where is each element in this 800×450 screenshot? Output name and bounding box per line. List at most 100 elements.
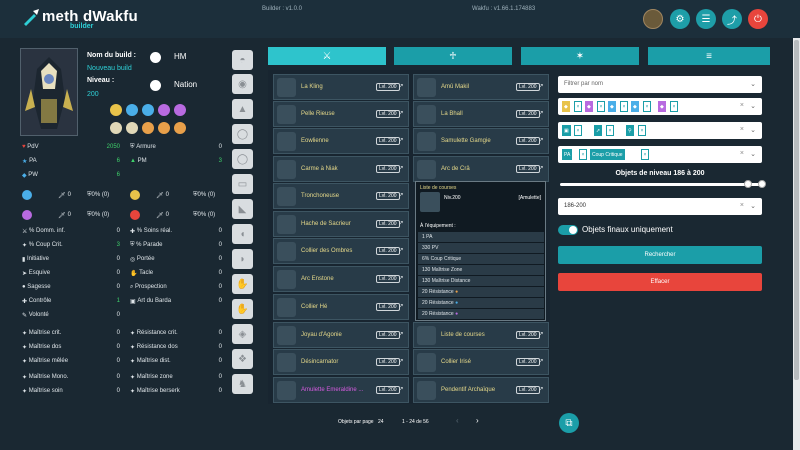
clear-button[interactable]: Effacer [558,273,762,291]
sublimation-gem[interactable] [126,104,138,116]
element-filter-select[interactable]: ◆ × ◆ × ◆ × ◆ × ◆ × × ⌄ [558,98,762,115]
item-card[interactable]: Carme à Niak Lvl. 200 ➚ [273,156,409,182]
sublimation-gem[interactable] [110,122,122,134]
sublimation-gem[interactable] [158,104,170,116]
item-card[interactable]: Collier Hé Lvl. 200 ➚ [273,294,409,320]
chip-remove[interactable]: × [579,149,587,160]
next-page-button[interactable]: › [476,416,479,425]
character-portrait[interactable] [20,48,78,136]
type-filter-select[interactable]: ▣ × ➚ × ⚲ × × ⌄ [558,122,762,139]
chip-remove[interactable]: × [670,101,678,112]
hm-radio[interactable] [150,52,161,63]
item-card[interactable]: Amulette Emeraldine ... Lvl. 200 ➚ [273,377,409,403]
sublimation-gem[interactable] [174,122,186,134]
secondary-weapon-slot[interactable]: ✋ [232,299,253,319]
stat-filter-select[interactable]: PA × Coup Critique × × ⌄ [558,146,762,163]
open-external-button[interactable]: ⧉ [559,413,579,433]
equip-icon[interactable]: ➚ [398,302,404,310]
slider-max-handle[interactable] [758,180,766,188]
equip-icon[interactable]: ➚ [398,82,404,90]
tab-scroll[interactable]: ≡ [648,47,770,65]
cape-slot[interactable]: ◗ [232,249,253,269]
sublimation-gem[interactable] [110,104,122,116]
clear-icon[interactable]: × [740,150,744,157]
item-card[interactable]: Liste de courses Lvl. 200 ➚ [413,322,549,348]
logo[interactable]: meth dWakfu builder [22,6,162,32]
epaulettes-slot[interactable]: ◖ [232,224,253,244]
item-card[interactable]: Arc Enstone Lvl. 200 ➚ [273,266,409,292]
chip-remove[interactable]: × [620,101,628,112]
scrollbar-thumb[interactable] [794,40,799,380]
search-button[interactable]: Rechercher [558,246,762,264]
chip-remove[interactable]: × [638,125,646,136]
equip-icon[interactable]: ➚ [398,246,404,254]
sublimation-gem[interactable] [126,122,138,134]
per-page-select[interactable]: 24 [378,419,384,425]
equip-icon[interactable]: ➚ [538,357,544,365]
chip-remove[interactable]: × [641,149,649,160]
chip-remove[interactable]: × [597,101,605,112]
item-card[interactable]: Pendentif Archaïque Lvl. 200 ➚ [413,377,549,403]
item-card[interactable]: Eowlienne Lvl. 200 ➚ [273,128,409,154]
ring-slot[interactable]: ◯ [232,149,253,169]
emblem-slot[interactable]: ◈ [232,324,253,344]
weapon-slot[interactable]: ✋ [232,274,253,294]
reset-button[interactable]: ⏻ [748,9,768,29]
equip-icon[interactable]: ➚ [538,385,544,393]
item-card[interactable]: La Bhall Lvl. 200 ➚ [413,101,549,127]
equip-icon[interactable]: ➚ [538,82,544,90]
clear-icon[interactable]: × [740,202,744,209]
chip-remove[interactable]: × [643,101,651,112]
sublimation-gem[interactable] [142,104,154,116]
user-avatar[interactable] [643,9,663,29]
tab-equipment[interactable]: ⚔ [268,47,386,65]
item-card[interactable]: Collier des Ombres Lvl. 200 ➚ [273,238,409,264]
final-items-toggle[interactable] [558,225,578,235]
equip-icon[interactable]: ➚ [398,385,404,393]
list-button[interactable]: ☰ [696,9,716,29]
equip-icon[interactable]: ➚ [398,109,404,117]
item-card[interactable]: Arc de Crâ Lvl. 200 ➚ [413,156,549,182]
ring-slot[interactable]: ◯ [232,124,253,144]
equip-icon[interactable]: ➚ [538,330,544,338]
equip-icon[interactable]: ➚ [538,109,544,117]
tab-spells[interactable]: ✶ [521,47,639,65]
item-card[interactable]: Joyau d'Agonie Lvl. 200 ➚ [273,322,409,348]
build-name-value[interactable]: Nouveau build [87,65,132,72]
sublimation-gem[interactable] [158,122,170,134]
equip-icon[interactable]: ➚ [398,357,404,365]
level-slider[interactable] [560,180,766,188]
helmet-slot[interactable]: ◓ [232,50,253,70]
nation-radio[interactable] [150,80,161,91]
sublimation-gem[interactable] [174,104,186,116]
mount-slot[interactable]: ♞ [232,374,253,394]
item-card[interactable]: Amû Makil Lvl. 200 ➚ [413,74,549,100]
sublimation-gem[interactable] [142,122,154,134]
prev-page-button[interactable]: ‹ [456,416,459,425]
chip-remove[interactable]: × [574,101,582,112]
slider-min-handle[interactable] [744,180,752,188]
equip-icon[interactable]: ➚ [398,274,404,282]
pet-slot[interactable]: ❖ [232,349,253,369]
equip-icon[interactable]: ➚ [538,136,544,144]
amulet-slot[interactable]: ◉ [232,74,253,94]
chip-remove[interactable]: × [606,125,614,136]
boots-slot[interactable]: ◣ [232,199,253,219]
chest-slot[interactable]: ▲ [232,99,253,119]
clear-icon[interactable]: × [740,102,744,109]
settings-button[interactable]: ⚙ [670,9,690,29]
item-card[interactable]: Désincarnator Lvl. 200 ➚ [273,349,409,375]
equip-icon[interactable]: ➚ [398,219,404,227]
item-card[interactable]: La Kling Lvl. 200 ➚ [273,74,409,100]
item-card[interactable]: Collier Irisé Lvl. 200 ➚ [413,349,549,375]
belt-slot[interactable]: ▭ [232,174,253,194]
equip-icon[interactable]: ➚ [398,191,404,199]
item-card[interactable]: Samulette Gamgie Lvl. 200 ➚ [413,128,549,154]
tab-runes[interactable]: ♱ [394,47,512,65]
equip-icon[interactable]: ➚ [538,164,544,172]
name-filter-input[interactable]: Filtrer par nom ⌄ [558,76,762,93]
equip-icon[interactable]: ➚ [398,330,404,338]
item-card[interactable]: Hache de Sacrieur Lvl. 200 ➚ [273,211,409,237]
item-card[interactable]: Tronchoneuse Lvl. 200 ➚ [273,183,409,209]
level-value[interactable]: 200 [87,91,99,98]
